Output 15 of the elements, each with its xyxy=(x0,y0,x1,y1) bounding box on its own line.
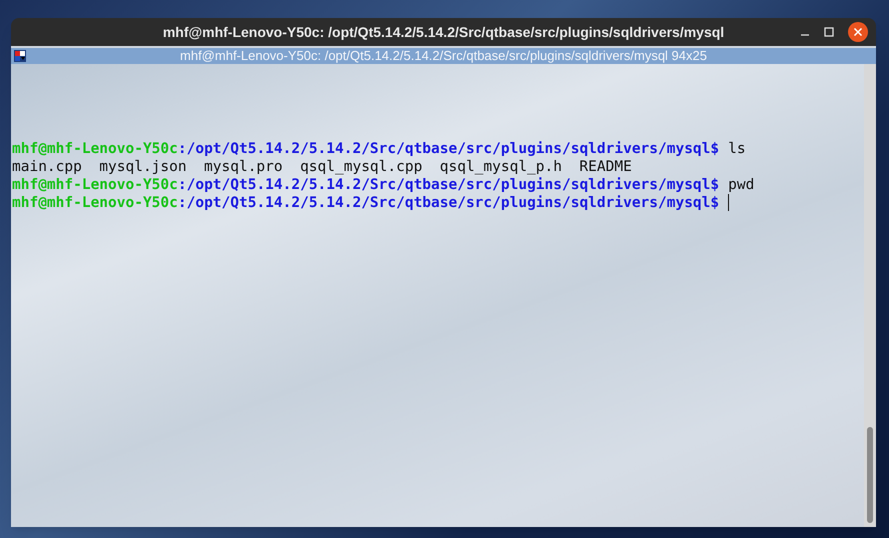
prompt-path: :/opt/Qt5.14.2/5.14.2/Src/qtbase/src/plugins/sqldrivers/mysql$ xyxy=(178,194,720,212)
maximize-icon[interactable] xyxy=(824,27,834,37)
close-icon[interactable] xyxy=(848,22,868,42)
prompt-user: mhf@mhf-Lenovo-Y50c xyxy=(12,176,178,194)
prompt-user: mhf@mhf-Lenovo-Y50c xyxy=(12,194,178,212)
prompt-user: mhf@mhf-Lenovo-Y50c xyxy=(12,140,178,158)
prompt-path: :/opt/Qt5.14.2/5.14.2/Src/qtbase/src/plugins/sqldrivers/mysql$ xyxy=(178,140,720,158)
window-title: mhf@mhf-Lenovo-Y50c: /opt/Qt5.14.2/5.14.2/Src/qtbase/src/plugins/sqldrivers/mysql xyxy=(162,22,724,42)
command-text: pwd xyxy=(728,176,754,194)
scrollbar[interactable] xyxy=(864,64,876,527)
output-text: main.cpp mysql.json mysql.pro qsql_mysql.cpp qsql_mysql_p.h README xyxy=(12,159,632,175)
command-text: ls xyxy=(728,140,746,158)
terminal-menu-icon[interactable] xyxy=(14,50,26,62)
prompt-path: :/opt/Qt5.14.2/5.14.2/Src/qtbase/src/plugins/sqldrivers/mysql$ xyxy=(178,176,720,194)
terminal-title: mhf@mhf-Lenovo-Y50c: /opt/Qt5.14.2/5.14.2/Src/qtbase/src/plugins/sqldrivers/mysql 94x25 xyxy=(180,48,707,64)
